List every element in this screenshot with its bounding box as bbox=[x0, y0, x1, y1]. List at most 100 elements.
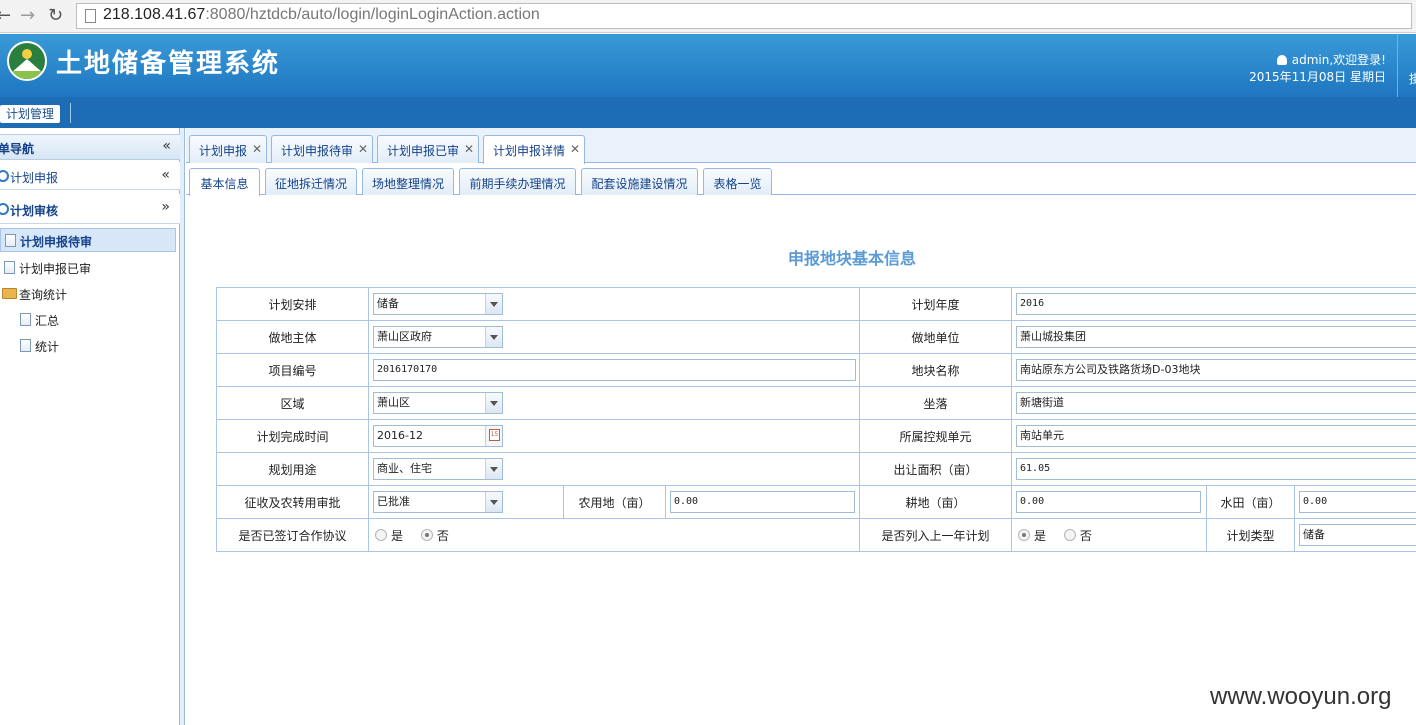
sidebar-splitter[interactable] bbox=[180, 128, 185, 725]
chevron-down-icon[interactable] bbox=[485, 492, 502, 512]
tab-plan-reviewed[interactable]: 计划申报已审 ✕ bbox=[377, 135, 479, 163]
chevron-down-icon[interactable] bbox=[485, 459, 502, 479]
transfer-area-field[interactable]: 61.05 bbox=[1016, 458, 1416, 480]
agreement-yes-radio[interactable] bbox=[375, 529, 387, 541]
address-bar[interactable]: 218.108.41.67:8080/hztdcb/auto/login/log… bbox=[76, 3, 1412, 29]
field-label: 做地主体 bbox=[216, 320, 369, 354]
planned-use-select[interactable]: 商业、住宅 bbox=[373, 458, 503, 480]
subtab-basic-info[interactable]: 基本信息 bbox=[189, 168, 260, 196]
module-bar: 计划管理 bbox=[0, 97, 1416, 128]
chevron-down-icon[interactable] bbox=[485, 294, 502, 314]
document-icon bbox=[20, 339, 31, 352]
plan-year-field[interactable]: 2016 bbox=[1016, 293, 1416, 315]
field-label: 计划年度 bbox=[859, 287, 1013, 321]
radio-label: 否 bbox=[1079, 528, 1092, 543]
url-text: 218.108.41.67:8080/hztdcb/auto/login/log… bbox=[103, 6, 540, 23]
field-label: 征收及农转用审批 bbox=[216, 485, 369, 519]
sidebar-section-plan-review[interactable]: 计划审核 » bbox=[0, 194, 180, 224]
header-edge-link[interactable]: 掛 bbox=[1409, 70, 1416, 87]
plan-arrangement-select[interactable]: 储备 bbox=[373, 293, 503, 315]
current-date: 2015年11月08日 星期日 bbox=[1249, 70, 1386, 84]
subtab-table-overview[interactable]: 表格一览 bbox=[703, 168, 772, 195]
logo-icon bbox=[7, 41, 47, 81]
agreement-no-radio[interactable] bbox=[420, 529, 433, 541]
tab-plan-pending[interactable]: 计划申报待审 ✕ bbox=[271, 135, 373, 163]
sidebar-item-summary[interactable]: 汇总 bbox=[0, 308, 176, 332]
chevron-down-icon[interactable] bbox=[485, 393, 502, 413]
back-arrow-icon[interactable]: ← bbox=[0, 5, 11, 27]
area-select[interactable]: 萧山区 bbox=[373, 392, 503, 414]
radio-label: 是 bbox=[391, 528, 404, 543]
close-icon[interactable]: ✕ bbox=[570, 142, 580, 156]
calendar-icon[interactable]: 15 bbox=[485, 426, 502, 446]
forward-arrow-icon[interactable]: → bbox=[20, 5, 35, 27]
close-icon[interactable]: ✕ bbox=[252, 142, 262, 156]
land-unit-field[interactable]: 萧山城投集团 bbox=[1016, 326, 1416, 348]
close-icon[interactable]: ✕ bbox=[464, 142, 474, 156]
main-content: 计划申报 ✕ 计划申报待审 ✕ 计划申报已审 ✕ 计划申报详情 ✕ 基本信息 征… bbox=[186, 128, 1416, 725]
sidebar-item-plan-pending[interactable]: 计划申报待审 bbox=[0, 228, 176, 252]
subtab-supporting-facilities[interactable]: 配套设施建设情况 bbox=[581, 168, 698, 195]
field-label: 耕地（亩） bbox=[859, 485, 1013, 519]
paddy-field[interactable]: 0.00 bbox=[1299, 491, 1416, 513]
chevron-down-icon[interactable] bbox=[485, 327, 502, 347]
sidebar-item-plan-reviewed[interactable]: 计划申报已审 bbox=[0, 256, 176, 280]
cultivated-land-field[interactable]: 0.00 bbox=[1016, 491, 1202, 513]
document-icon bbox=[4, 261, 15, 274]
module-tab-plan-management[interactable]: 计划管理 bbox=[0, 105, 61, 123]
close-icon[interactable]: ✕ bbox=[358, 142, 368, 156]
subtab-site-preparation[interactable]: 场地整理情况 bbox=[362, 168, 454, 195]
form-row: 计划安排 储备 计划年度 2016 bbox=[216, 287, 1416, 321]
sidebar-item-statistics[interactable]: 统计 bbox=[0, 334, 176, 358]
subtab-preliminary-procedures[interactable]: 前期手续办理情况 bbox=[459, 168, 576, 195]
section-circle-icon bbox=[0, 170, 9, 182]
tab-plan-declare[interactable]: 计划申报 ✕ bbox=[189, 135, 267, 163]
farmland-field[interactable]: 0.00 bbox=[670, 491, 855, 513]
project-number-field[interactable]: 2016170170 bbox=[373, 359, 856, 381]
last-year-yes-radio[interactable] bbox=[1018, 529, 1031, 541]
field-label: 项目编号 bbox=[216, 353, 369, 387]
collapse-chevron-icon[interactable]: » bbox=[161, 199, 170, 215]
tab-plan-detail[interactable]: 计划申报详情 ✕ bbox=[483, 135, 585, 164]
field-label: 出让面积（亩） bbox=[859, 452, 1013, 486]
document-icon bbox=[5, 234, 16, 247]
field-label: 计划类型 bbox=[1206, 518, 1296, 552]
parcel-name-field[interactable]: 南站原东方公司及铁路货场D-03地块 bbox=[1016, 359, 1416, 381]
watermark: www.wooyun.org bbox=[1210, 683, 1392, 710]
form-row: 项目编号 2016170170 地块名称 南站原东方公司及铁路货场D-03地块 bbox=[216, 353, 1416, 387]
land-subject-select[interactable]: 萧山区政府 bbox=[373, 326, 503, 348]
field-label: 水田（亩） bbox=[1206, 485, 1296, 519]
control-unit-field[interactable]: 南站单元 bbox=[1016, 425, 1416, 447]
tab-label: 计划申报 bbox=[199, 144, 248, 158]
sidebar-header: 菜单导航 « bbox=[0, 134, 180, 160]
field-label: 所属控规单元 bbox=[859, 419, 1013, 453]
form-row: 计划完成时间 2016-12 15 所属控规单元 南站单元 bbox=[216, 419, 1416, 453]
app-title: 土地储备管理系统 bbox=[56, 49, 281, 79]
field-label: 规划用途 bbox=[216, 452, 369, 486]
subtab-land-acquisition[interactable]: 征地拆迁情况 bbox=[265, 168, 357, 195]
sidebar-section-plan-declare[interactable]: 计划申报 « bbox=[0, 162, 180, 190]
collapse-sidebar-icon[interactable]: « bbox=[162, 138, 171, 154]
subtab-label: 场地整理情况 bbox=[371, 177, 444, 191]
sidebar-item-label: 计划申报已审 bbox=[19, 262, 92, 276]
subtab-label: 前期手续办理情况 bbox=[469, 177, 566, 191]
module-divider bbox=[70, 103, 71, 123]
plan-type-select[interactable]: 储备 bbox=[1299, 524, 1416, 546]
reload-icon[interactable]: ↻ bbox=[48, 5, 63, 27]
field-label: 是否已签订合作协议 bbox=[216, 518, 369, 552]
completion-date-picker[interactable]: 2016-12 15 bbox=[373, 425, 503, 447]
expand-icon[interactable]: « bbox=[161, 167, 170, 183]
field-label: 坐落 bbox=[859, 386, 1013, 420]
last-year-no-radio[interactable] bbox=[1063, 529, 1076, 541]
subtab-label: 表格一览 bbox=[713, 177, 762, 191]
field-label: 是否列入上一年计划 bbox=[859, 518, 1013, 552]
approval-select[interactable]: 已批准 bbox=[373, 491, 503, 513]
user-greeting: admin,欢迎登录! bbox=[1291, 53, 1386, 67]
field-label: 区域 bbox=[216, 386, 369, 420]
radio-label: 否 bbox=[436, 528, 449, 543]
location-field[interactable]: 新塘街道 bbox=[1016, 392, 1416, 414]
sidebar-folder-query-stats[interactable]: 查询统计 bbox=[0, 282, 176, 306]
form-row: 是否已签订合作协议 是 否 是否列入上一年计划 是 否 计划类型 储备 bbox=[216, 518, 1416, 552]
sidebar-item-label: 汇总 bbox=[35, 314, 60, 328]
user-icon bbox=[1276, 55, 1287, 65]
